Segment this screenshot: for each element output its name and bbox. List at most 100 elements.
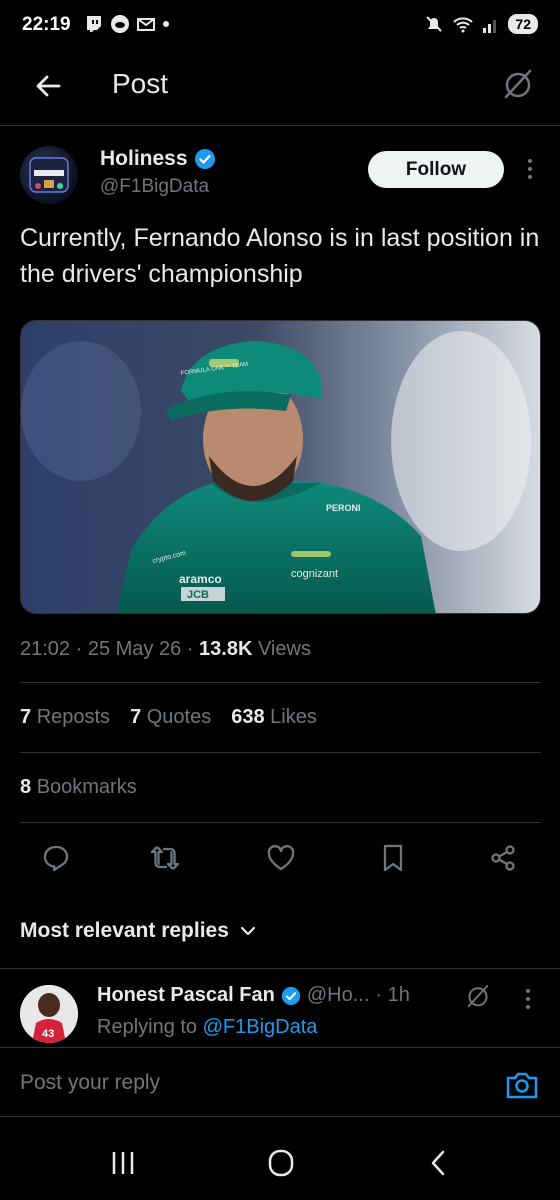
more-dot-icon (528, 159, 532, 163)
arrow-left-icon (36, 75, 61, 97)
likes-label: Likes (270, 706, 317, 728)
reply-composer (0, 1047, 560, 1117)
meta-separator: · (75, 638, 88, 660)
bookmark-button[interactable] (376, 841, 410, 875)
engagement-stats: 7 Reposts 7 Quotes 638 Likes (20, 706, 317, 729)
signal-icon (483, 20, 497, 33)
status-bar: 22:19 72 (0, 0, 560, 56)
camera-icon (506, 1072, 538, 1099)
replying-to-link[interactable]: @F1BigData (203, 1016, 318, 1038)
reply-more-options-button[interactable] (516, 984, 540, 1014)
verified-badge-icon (281, 986, 300, 1005)
grok-button[interactable] (500, 66, 540, 106)
system-navigation-bar (0, 1118, 560, 1200)
battery-indicator: 72 (508, 14, 538, 34)
reply-author-handle: @Ho... (306, 984, 370, 1006)
reply-grok-button[interactable] (464, 982, 494, 1012)
back-nav-button[interactable] (424, 1148, 454, 1183)
views-label: Views (257, 638, 311, 660)
reposts-stat[interactable]: 7 Reposts (20, 706, 110, 729)
reply-avatar[interactable]: 43 (20, 985, 78, 1043)
jersey-number: 43 (42, 1028, 54, 1040)
more-dot-icon (526, 989, 530, 993)
more-dot-icon (528, 167, 532, 171)
reply-author-name: Honest Pascal Fan (97, 984, 275, 1006)
home-button[interactable] (266, 1148, 296, 1183)
home-icon (268, 1149, 294, 1177)
share-icon (491, 845, 515, 871)
divider (0, 968, 560, 969)
bookmark-icon (383, 844, 403, 872)
divider (20, 682, 541, 683)
author-handle: @F1BigData (100, 176, 210, 197)
chevron-down-icon (240, 926, 256, 936)
recents-button[interactable] (108, 1148, 138, 1183)
like-button[interactable] (264, 841, 298, 875)
post-time: 21:02 (20, 638, 71, 660)
back-button[interactable] (28, 66, 68, 106)
author-name: Holiness (100, 147, 188, 170)
post-meta: 21:02 · 25 May 26 · 13.8K Views (20, 638, 311, 661)
dot-icon (163, 21, 169, 27)
quotes-stat[interactable]: 7 Quotes (130, 706, 211, 729)
replies-sort-dropdown[interactable]: Most relevant replies (20, 919, 257, 943)
author-avatar[interactable] (20, 146, 78, 204)
likes-count: 638 (231, 706, 265, 728)
driver-photo: FORMULA ONE™ TEAM aramco cognizant PERON… (21, 321, 540, 613)
bookmarks-count: 8 (20, 776, 32, 798)
reply-input[interactable] (20, 1066, 480, 1100)
more-dot-icon (526, 997, 530, 1001)
verified-badge-icon (194, 149, 215, 169)
grok-icon (504, 69, 532, 99)
sponsor-aramco: aramco (179, 572, 222, 586)
camera-button[interactable] (505, 1070, 539, 1100)
page-title: Post (112, 68, 169, 99)
follow-button[interactable]: Follow (368, 151, 504, 188)
reply-icon (43, 845, 69, 872)
status-system-icons: 72 (424, 14, 538, 34)
twitch-icon (87, 16, 101, 32)
divider (20, 752, 541, 753)
author-name-row[interactable]: Holiness (100, 147, 216, 171)
more-dot-icon (526, 1005, 530, 1009)
more-options-button[interactable] (518, 154, 542, 184)
repost-button[interactable] (148, 841, 182, 875)
post-date: 25 May 26 (87, 638, 182, 660)
repost-icon (150, 846, 180, 870)
reply-time: · 1h (375, 984, 410, 1006)
mute-icon (426, 16, 443, 32)
replies-sort-label: Most relevant replies (20, 919, 229, 942)
bookmarks-label: Bookmarks (36, 776, 137, 798)
meta-separator: · (186, 638, 200, 660)
replying-to-prefix: Replying to (97, 1016, 198, 1038)
chevron-left-icon (431, 1150, 445, 1176)
views-count: 13.8K (199, 638, 253, 660)
share-button[interactable] (486, 841, 520, 875)
more-dot-icon (528, 175, 532, 179)
reply-header[interactable]: Honest Pascal Fan @Ho... · 1h (97, 984, 410, 1007)
reply-button[interactable] (39, 841, 73, 875)
sponsor-cognizant: cognizant (291, 568, 338, 580)
likes-stat[interactable]: 638 Likes (231, 706, 317, 729)
discord-icon (111, 15, 129, 33)
post-text: Currently, Fernando Alonso is in last po… (20, 224, 540, 288)
reposts-label: Reposts (36, 706, 111, 728)
like-icon (267, 845, 295, 871)
avatar-image (29, 157, 69, 193)
top-app-bar: Post (0, 56, 560, 126)
avatar-image: 43 (20, 985, 78, 1043)
post-image[interactable]: FORMULA ONE™ TEAM aramco cognizant PERON… (20, 320, 541, 614)
grok-icon (467, 984, 489, 1008)
wifi-icon (453, 17, 474, 33)
reposts-count: 7 (20, 706, 32, 728)
status-time: 22:19 (22, 14, 71, 35)
sponsor-peroni: PERONI (326, 503, 361, 513)
divider (20, 822, 541, 823)
quotes-count: 7 (130, 706, 142, 728)
gmail-icon (137, 18, 155, 31)
bookmarks-stat[interactable]: 8 Bookmarks (20, 776, 137, 799)
sponsor-jcb: JCB (187, 589, 209, 601)
status-notification-icons (84, 14, 170, 34)
recents-icon (112, 1152, 134, 1174)
replying-to-line: Replying to @F1BigData (97, 1016, 317, 1039)
